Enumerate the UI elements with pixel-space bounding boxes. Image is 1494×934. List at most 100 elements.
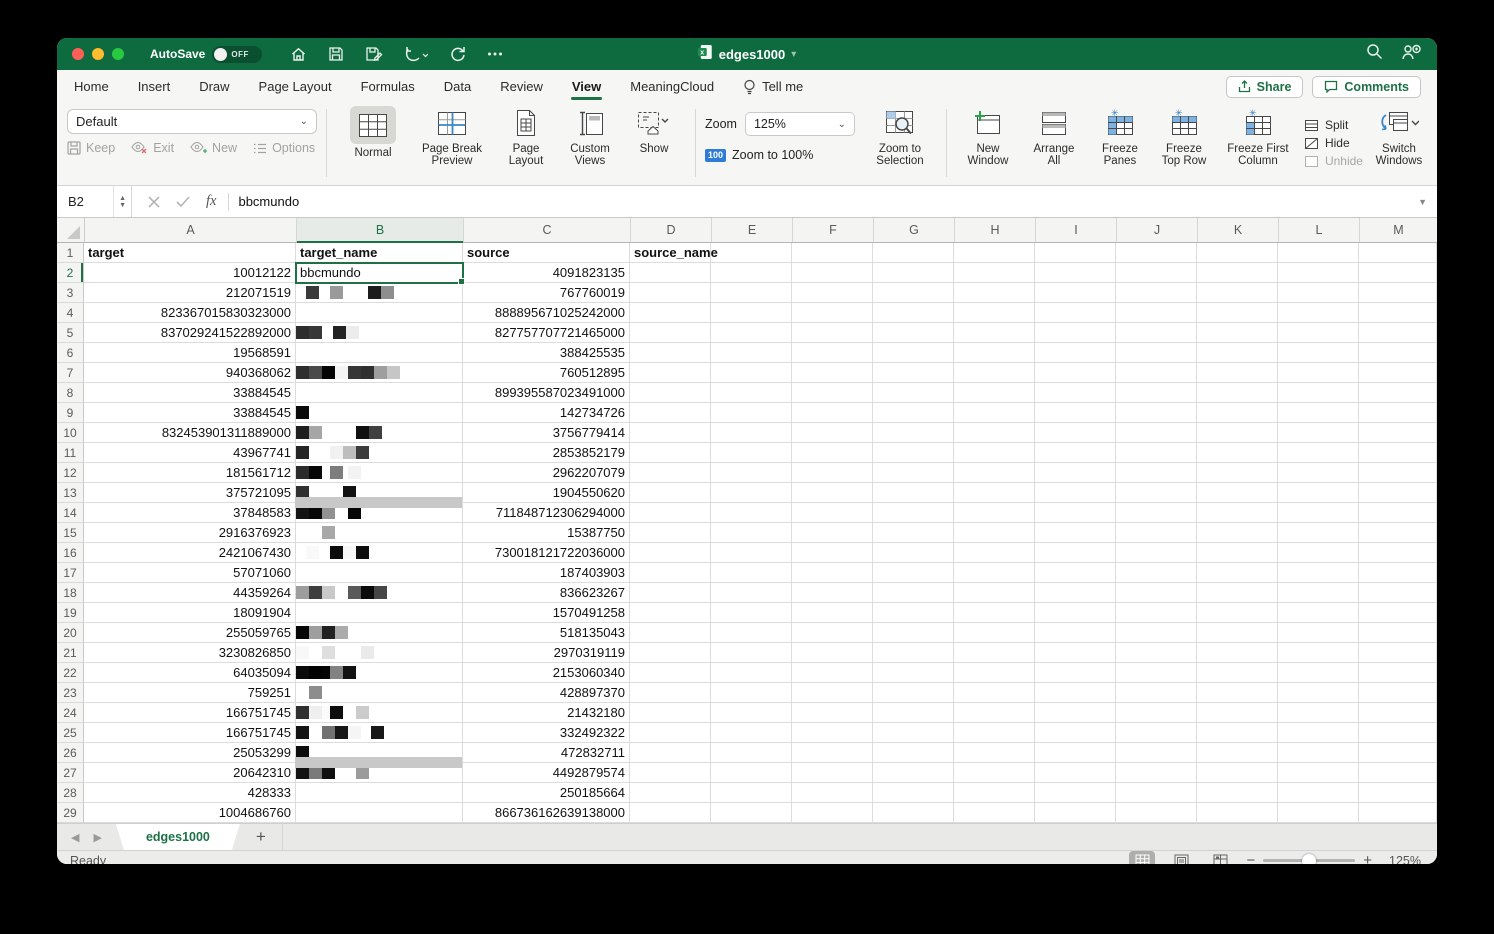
- cell-I21[interactable]: [1035, 643, 1116, 663]
- cell-H25[interactable]: [954, 723, 1035, 743]
- cell-M12[interactable]: [1359, 463, 1437, 483]
- cell-H20[interactable]: [954, 623, 1035, 643]
- row-header-1[interactable]: 1: [57, 243, 84, 263]
- cell-M5[interactable]: [1359, 323, 1437, 343]
- cell-D28[interactable]: [630, 783, 711, 803]
- cell-C25[interactable]: 332492322: [463, 723, 630, 743]
- cell-A24[interactable]: 166751745: [84, 703, 296, 723]
- row-header-29[interactable]: 29: [57, 803, 84, 823]
- cell-K22[interactable]: [1197, 663, 1278, 683]
- cell-D26[interactable]: [630, 743, 711, 763]
- cell-M18[interactable]: [1359, 583, 1437, 603]
- cell-D24[interactable]: [630, 703, 711, 723]
- cell-J18[interactable]: [1116, 583, 1197, 603]
- status-page-layout-button[interactable]: [1168, 851, 1194, 864]
- cell-E28[interactable]: [711, 783, 792, 803]
- cell-B28[interactable]: [296, 783, 463, 803]
- cell-I2[interactable]: [1035, 263, 1116, 283]
- row-header-8[interactable]: 8: [57, 383, 84, 403]
- cell-I28[interactable]: [1035, 783, 1116, 803]
- cell-L2[interactable]: [1278, 263, 1359, 283]
- cell-H21[interactable]: [954, 643, 1035, 663]
- save-as-icon[interactable]: [365, 46, 383, 62]
- cell-L17[interactable]: [1278, 563, 1359, 583]
- cell-E20[interactable]: [711, 623, 792, 643]
- cell-L14[interactable]: [1278, 503, 1359, 523]
- cell-L25[interactable]: [1278, 723, 1359, 743]
- cell-M10[interactable]: [1359, 423, 1437, 443]
- cell-D7[interactable]: [630, 363, 711, 383]
- row-header-26[interactable]: 26: [57, 743, 84, 763]
- cell-C27[interactable]: 4492879574: [463, 763, 630, 783]
- show-dropdown[interactable]: Show: [628, 106, 680, 180]
- cell-D27[interactable]: [630, 763, 711, 783]
- cell-K6[interactable]: [1197, 343, 1278, 363]
- cell-D4[interactable]: [630, 303, 711, 323]
- cell-I29[interactable]: [1035, 803, 1116, 823]
- tab-tell-me[interactable]: Tell me: [742, 72, 804, 102]
- cell-L28[interactable]: [1278, 783, 1359, 803]
- column-header-J[interactable]: J: [1117, 218, 1198, 242]
- row-header-2[interactable]: 2: [57, 263, 84, 283]
- cell-L11[interactable]: [1278, 443, 1359, 463]
- cell-E23[interactable]: [711, 683, 792, 703]
- cell-D11[interactable]: [630, 443, 711, 463]
- cell-D3[interactable]: [630, 283, 711, 303]
- cell-J29[interactable]: [1116, 803, 1197, 823]
- cell-D22[interactable]: [630, 663, 711, 683]
- cell-J2[interactable]: [1116, 263, 1197, 283]
- cell-K25[interactable]: [1197, 723, 1278, 743]
- cell-A27[interactable]: 20642310: [84, 763, 296, 783]
- cell-D18[interactable]: [630, 583, 711, 603]
- cell-K3[interactable]: [1197, 283, 1278, 303]
- cell-L21[interactable]: [1278, 643, 1359, 663]
- cell-C7[interactable]: 760512895: [463, 363, 630, 383]
- cell-K4[interactable]: [1197, 303, 1278, 323]
- cell-J3[interactable]: [1116, 283, 1197, 303]
- cell-F7[interactable]: [792, 363, 873, 383]
- cell-J5[interactable]: [1116, 323, 1197, 343]
- row-header-14[interactable]: 14: [57, 503, 84, 523]
- cell-J21[interactable]: [1116, 643, 1197, 663]
- new-window-button[interactable]: New Window: [962, 106, 1014, 180]
- cell-G14[interactable]: [873, 503, 954, 523]
- next-sheet-icon[interactable]: ▶: [93, 831, 101, 844]
- cell-I25[interactable]: [1035, 723, 1116, 743]
- cell-J19[interactable]: [1116, 603, 1197, 623]
- cell-F15[interactable]: [792, 523, 873, 543]
- redo-icon[interactable]: [449, 46, 466, 63]
- cell-I18[interactable]: [1035, 583, 1116, 603]
- cell-G21[interactable]: [873, 643, 954, 663]
- cell-M1[interactable]: [1359, 243, 1437, 263]
- row-header-28[interactable]: 28: [57, 783, 84, 803]
- tab-formulas[interactable]: Formulas: [360, 72, 416, 101]
- column-header-C[interactable]: C: [464, 218, 631, 242]
- cell-D20[interactable]: [630, 623, 711, 643]
- cell-K9[interactable]: [1197, 403, 1278, 423]
- sheet-tab-edges1000[interactable]: edges1000: [116, 824, 240, 850]
- cell-E11[interactable]: [711, 443, 792, 463]
- cell-F23[interactable]: [792, 683, 873, 703]
- cell-G6[interactable]: [873, 343, 954, 363]
- cell-G7[interactable]: [873, 363, 954, 383]
- cell-K29[interactable]: [1197, 803, 1278, 823]
- cell-G18[interactable]: [873, 583, 954, 603]
- cell-F29[interactable]: [792, 803, 873, 823]
- cell-M8[interactable]: [1359, 383, 1437, 403]
- cell-M4[interactable]: [1359, 303, 1437, 323]
- cell-L10[interactable]: [1278, 423, 1359, 443]
- cell-D16[interactable]: [630, 543, 711, 563]
- cell-C5[interactable]: 827757707721465000: [463, 323, 630, 343]
- cell-B2[interactable]: bbcmundo: [296, 263, 463, 283]
- cell-F26[interactable]: [792, 743, 873, 763]
- cell-J26[interactable]: [1116, 743, 1197, 763]
- cell-K5[interactable]: [1197, 323, 1278, 343]
- cell-H15[interactable]: [954, 523, 1035, 543]
- row-header-5[interactable]: 5: [57, 323, 84, 343]
- cell-B17[interactable]: [296, 563, 463, 583]
- cell-G28[interactable]: [873, 783, 954, 803]
- cell-I11[interactable]: [1035, 443, 1116, 463]
- cell-L18[interactable]: [1278, 583, 1359, 603]
- cell-B12[interactable]: [296, 463, 463, 483]
- cell-K1[interactable]: [1197, 243, 1278, 263]
